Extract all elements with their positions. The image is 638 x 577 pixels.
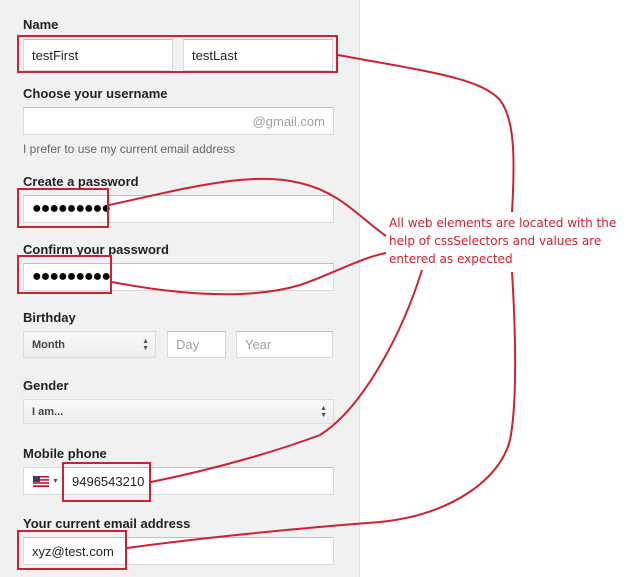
annotation-connectors bbox=[108, 54, 517, 549]
connector-name bbox=[337, 54, 515, 213]
connector-password bbox=[108, 177, 387, 237]
connector-confirm bbox=[111, 252, 387, 296]
connector-mobile bbox=[150, 269, 423, 483]
connector-email bbox=[126, 271, 517, 549]
annotation-note: All web elements are located with the he… bbox=[389, 216, 617, 266]
